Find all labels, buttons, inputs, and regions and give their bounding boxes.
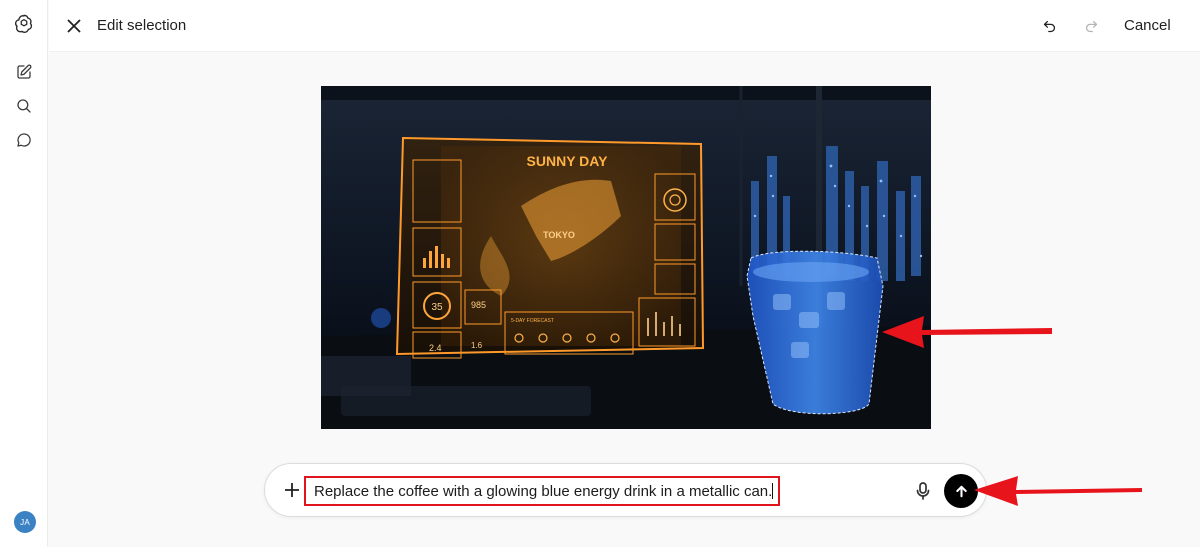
microphone-icon <box>916 482 930 500</box>
forecast-label: 5-DAY FORECAST <box>511 318 554 324</box>
edited-image[interactable]: SUNNY DAY TOKYO 35 2.4 985 1.6 5-DAY FOR… <box>321 86 931 429</box>
prompt-composer: Replace the coffee with a glowing blue e… <box>264 463 987 517</box>
pressure-value: 985 <box>471 300 486 310</box>
chat-bubble-icon[interactable] <box>11 127 37 153</box>
redo-button <box>1078 13 1104 39</box>
search-icon[interactable] <box>11 93 37 119</box>
microphone-button[interactable] <box>912 480 934 502</box>
close-icon <box>67 19 81 33</box>
send-button[interactable] <box>944 474 978 508</box>
text-caret <box>772 483 774 499</box>
edit-icon[interactable] <box>11 59 37 85</box>
openai-logo-icon[interactable] <box>11 11 37 37</box>
left-sidebar: JA <box>0 0 48 547</box>
page-title: Edit selection <box>97 17 187 34</box>
hologram-title: SUNNY DAY <box>527 153 609 169</box>
rain-value: 1.6 <box>471 341 483 350</box>
arrow-up-icon <box>955 485 967 497</box>
add-attachment-button[interactable] <box>281 479 303 501</box>
prompt-text: Replace the coffee with a glowing blue e… <box>314 483 773 500</box>
close-button[interactable] <box>61 13 87 39</box>
redo-icon <box>1085 20 1097 32</box>
cancel-button[interactable]: Cancel <box>1124 17 1171 34</box>
avatar-initials: JA <box>20 517 30 527</box>
undo-button[interactable] <box>1036 13 1062 39</box>
red-arrow-to-send <box>974 476 1142 506</box>
plus-icon <box>285 483 299 497</box>
map-label: TOKYO <box>543 230 575 240</box>
undo-icon <box>1043 20 1055 32</box>
prompt-input[interactable]: Replace the coffee with a glowing blue e… <box>304 476 780 506</box>
avatar[interactable]: JA <box>14 511 36 533</box>
gauge-value: 35 <box>431 302 443 313</box>
edit-header: Edit selection Cancel <box>49 0 1200 52</box>
storm-value: 2.4 <box>429 343 442 353</box>
